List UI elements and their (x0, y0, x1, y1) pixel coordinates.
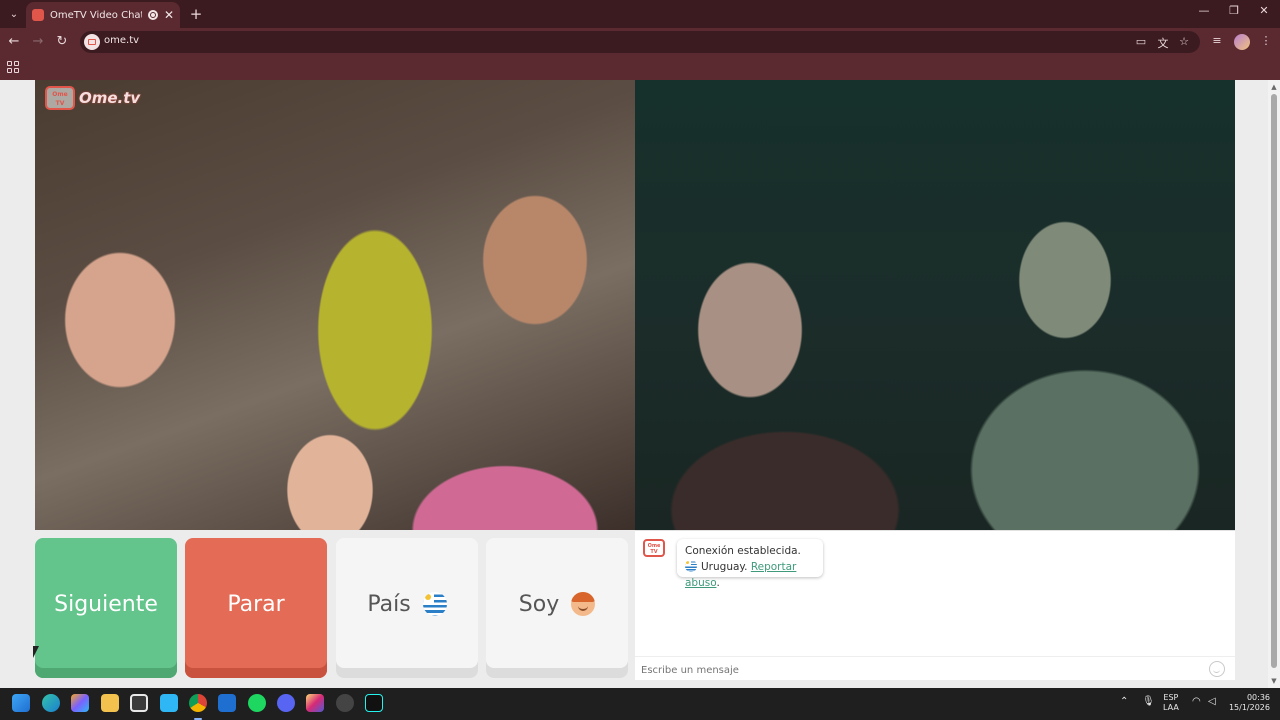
forward-button[interactable]: → (29, 33, 47, 51)
browser-tab-strip: ⌄ OmeTV Video Chat — Ome ✕ + — ❐ ✕ (0, 0, 1280, 28)
recording-indicator-icon (147, 10, 158, 20)
edge-browser-icon[interactable] (42, 694, 60, 712)
mouse-cursor-icon (33, 646, 39, 658)
ometv-logo: Ome TV Ome.tv (45, 86, 140, 110)
emoji-picker-icon[interactable] (1209, 661, 1225, 677)
system-message: Conexión establecida. Uruguay. Reportar … (677, 539, 823, 589)
tab-media-icon[interactable]: ≡ (1209, 34, 1225, 47)
gender-select-button[interactable]: Soy (486, 538, 628, 678)
stop-button-label: Parar (227, 591, 285, 617)
address-bar[interactable]: ome.tv ▭ 文 ☆ (80, 31, 1200, 53)
boy-emoji-icon (571, 592, 596, 616)
keyboard-language-indicator[interactable]: ESP LAA (1163, 693, 1179, 713)
translate-icon[interactable]: 文 (1156, 35, 1170, 51)
uruguay-flag-icon (422, 592, 447, 616)
country-button-label: País (367, 591, 411, 617)
file-explorer-icon[interactable] (101, 694, 119, 712)
page-scrollbar[interactable]: ▲ ▼ (1268, 80, 1280, 688)
ometv-tv-icon: Ome TV (45, 86, 75, 110)
gender-button-label: Soy (518, 591, 560, 617)
browser-tab[interactable]: OmeTV Video Chat — Ome ✕ (26, 2, 180, 28)
ometv-chat-logo-icon: Ome TV (643, 539, 665, 557)
language-layout: LAA (1163, 703, 1179, 712)
close-window-button[interactable]: ✕ (1254, 4, 1274, 17)
site-camera-icon[interactable] (84, 34, 100, 50)
uruguay-flag-icon (685, 560, 697, 572)
tab-title: OmeTV Video Chat — Ome (50, 9, 142, 21)
mail-app-icon[interactable] (218, 694, 236, 712)
tiktok-icon[interactable] (365, 694, 383, 712)
scrollbar-thumb[interactable] (1271, 94, 1277, 668)
apps-grid-icon[interactable] (7, 61, 19, 73)
copilot-icon[interactable] (71, 694, 89, 712)
windows-taskbar: ⌃ 🎙 ESP LAA ◠ ◁ 00:36 15/1/2026 (0, 688, 1280, 720)
instagram-icon[interactable] (306, 694, 324, 712)
bookmark-star-icon[interactable]: ☆ (1177, 35, 1191, 48)
connection-status-text: Conexión establecida. (685, 545, 801, 557)
restore-window-button[interactable]: ❐ (1224, 4, 1244, 17)
scroll-up-arrow-icon[interactable]: ▲ (1270, 83, 1278, 91)
app-notification-icon[interactable] (336, 694, 354, 712)
new-tab-button[interactable]: + (188, 5, 204, 23)
tab-close-button[interactable]: ✕ (164, 8, 174, 22)
brand-wordmark: Ome.tv (79, 89, 141, 107)
scroll-down-arrow-icon[interactable]: ▼ (1270, 677, 1278, 685)
stop-button[interactable]: Parar (185, 538, 327, 678)
clock-date: 15/1/2026 (1228, 703, 1270, 712)
profile-avatar[interactable] (1234, 34, 1250, 50)
discord-icon[interactable] (277, 694, 295, 712)
chrome-browser-icon[interactable] (189, 694, 207, 720)
spotify-icon[interactable] (248, 694, 266, 712)
show-hidden-icons-chevron-icon[interactable]: ⌃ (1120, 696, 1128, 707)
photos-app-icon[interactable] (160, 694, 178, 712)
chat-input-row (635, 656, 1235, 681)
partner-country-text: Uruguay. (701, 561, 748, 573)
country-filter-button[interactable]: País (336, 538, 478, 678)
message-suffix: . (716, 577, 720, 589)
taskbar-clock[interactable]: 00:36 15/1/2026 (1226, 693, 1270, 713)
browser-toolbar: ← → ↻ ome.tv ▭ 文 ☆ ≡ ⋮ (0, 28, 1280, 56)
chat-message-input[interactable] (641, 662, 1201, 678)
microphone-icon[interactable]: 🎙 (1142, 696, 1155, 707)
next-button-label: Siguiente (54, 591, 158, 617)
local-video-feed (35, 80, 635, 530)
clock-time: 00:36 (1246, 693, 1270, 702)
partner-country-line: Uruguay. Reportar abuso. (685, 559, 815, 591)
reload-button[interactable]: ↻ (53, 33, 71, 51)
volume-icon[interactable]: ◁ (1208, 696, 1216, 707)
cast-icon[interactable]: ▭ (1134, 35, 1148, 48)
url-text: ome.tv (104, 35, 140, 46)
ometv-favicon-icon (32, 9, 44, 21)
language-code: ESP (1163, 693, 1179, 702)
chat-panel: Ome TV Conexión establecida. Uruguay. Re… (635, 530, 1235, 680)
remote-video-feed (635, 80, 1235, 530)
wifi-icon[interactable]: ◠ (1192, 696, 1201, 707)
tab-search-button[interactable]: ⌄ (4, 4, 24, 24)
microsoft-store-icon[interactable] (130, 694, 148, 712)
bookmarks-bar (0, 56, 1280, 80)
next-button[interactable]: Siguiente (35, 538, 177, 678)
back-button[interactable]: ← (5, 33, 23, 51)
minimize-window-button[interactable]: — (1194, 4, 1214, 17)
menu-kebab-icon[interactable]: ⋮ (1258, 34, 1274, 47)
windows-start-icon[interactable] (12, 694, 30, 712)
